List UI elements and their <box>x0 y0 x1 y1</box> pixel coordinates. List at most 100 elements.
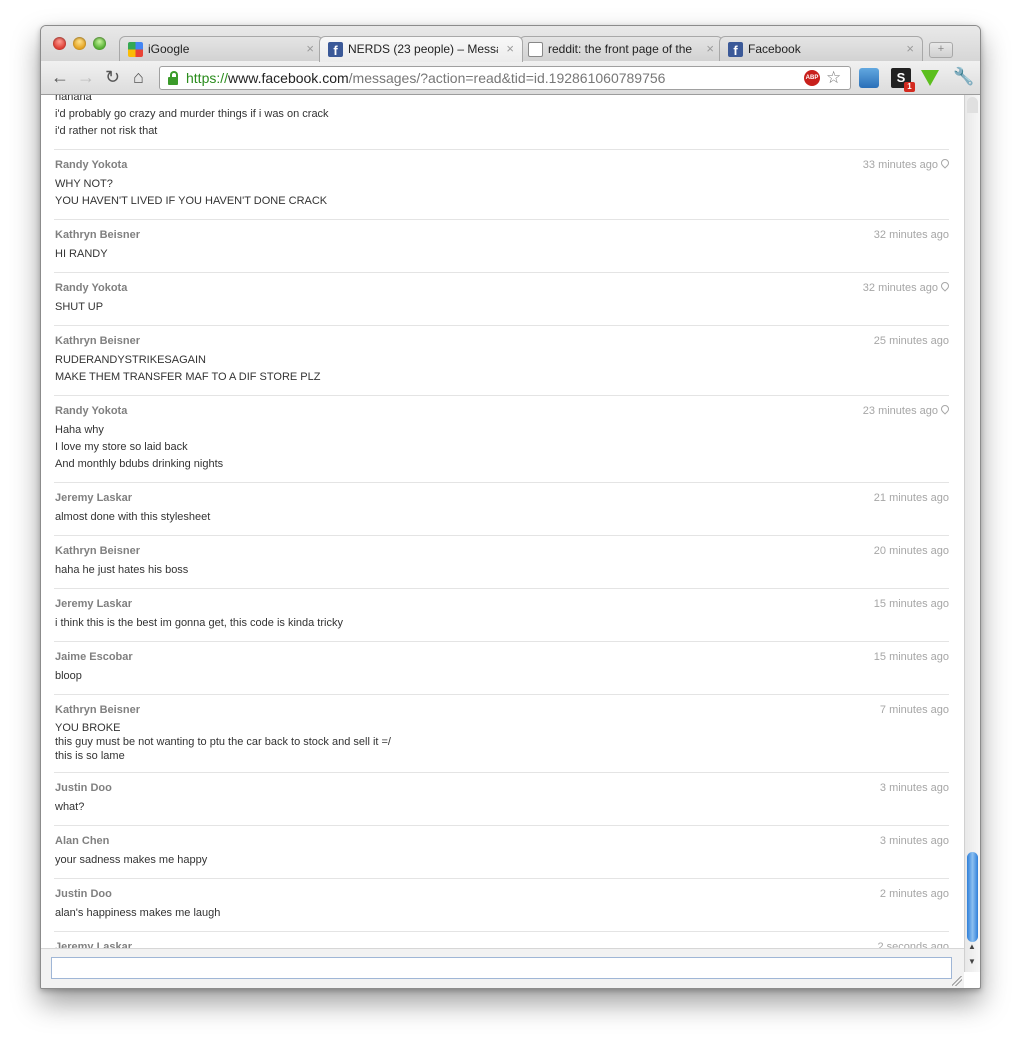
message-author[interactable]: Jaime Escobar <box>55 650 949 665</box>
url-text: https://www.facebook.com/messages/?actio… <box>186 67 665 89</box>
message-author[interactable]: Jeremy Laskar <box>55 491 949 506</box>
message-timestamp: 25 minutes ago <box>874 334 949 349</box>
tab-facebook[interactable]: f Facebook × <box>719 36 923 61</box>
message-item: Kathryn Beisner 20 minutes ago haha he jus… <box>54 536 949 589</box>
message-author[interactable]: Randy Yokota <box>55 404 949 419</box>
message-timestamp: 15 minutes ago <box>874 650 949 665</box>
message-item: Randy Yokota 23 minutes ago Haha why I love… <box>54 396 951 483</box>
extension-screens-icon[interactable] <box>859 68 879 88</box>
message-timestamp: 7 minutes ago <box>880 703 949 718</box>
timestamp-text: 15 minutes ago <box>873 651 949 663</box>
message-timestamp: 3 minutes ago <box>880 781 949 796</box>
message-author[interactable]: Justin Doo <box>55 781 949 796</box>
message-timestamp: 33 minutes ago <box>862 157 951 173</box>
adblock-icon[interactable]: ABP <box>804 70 820 86</box>
browser-toolbar: ← → ↻ ⌂ https://www.facebook.com/message… <box>41 61 980 95</box>
scroll-track-top <box>967 97 978 113</box>
scrollbar[interactable]: ▲ ▼ <box>964 95 980 972</box>
message-text: almost done with this stylesheet <box>55 511 211 523</box>
timestamp-text: 3 minutes ago <box>879 835 949 847</box>
message-item: Justin Doo 2 minutes ago alan's happiness … <box>54 879 949 932</box>
tab-reddit[interactable]: reddit: the front page of the × <box>519 36 723 61</box>
reply-input[interactable] <box>51 957 952 979</box>
back-arrow-icon[interactable]: ← <box>51 67 69 87</box>
message-timestamp: 3 minutes ago <box>880 834 949 849</box>
message-author[interactable]: Kathryn Beisner <box>55 228 949 243</box>
address-bar[interactable]: https://www.facebook.com/messages/?actio… <box>159 66 851 90</box>
message-text: i think this is the best im gonna get, t… <box>55 617 343 629</box>
tab-title: Facebook <box>748 42 801 56</box>
message-text: YOU BROKE <box>55 722 121 734</box>
browser-window: iGoogle × f NERDS (23 people) – Messag ×… <box>40 25 981 989</box>
message-text: I love my store so laid back <box>55 441 188 453</box>
message-text: HI RANDY <box>55 248 108 260</box>
bookmark-star-icon[interactable]: ☆ <box>826 67 841 89</box>
message-text: And monthly bdubs drinking nights <box>55 458 224 470</box>
timestamp-text: 32 minutes ago <box>862 282 938 294</box>
timestamp-text: 2 minutes ago <box>879 888 949 900</box>
message-author[interactable]: Justin Doo <box>55 887 949 902</box>
message-timestamp: 2 seconds ago <box>877 940 949 948</box>
tab-nerds-messages[interactable]: f NERDS (23 people) – Messag × <box>319 36 523 62</box>
extension-badge: 1 <box>904 82 915 92</box>
zoom-window-button[interactable] <box>93 37 106 50</box>
facebook-icon: f <box>328 42 343 58</box>
message-item: Jeremy Laskar 15 minutes ago i think this … <box>54 589 949 642</box>
message-text: WHY NOT? <box>55 178 113 190</box>
message-author[interactable]: Kathryn Beisner <box>55 703 949 718</box>
wrench-icon[interactable]: 🔧 <box>953 67 974 87</box>
message-timestamp: 2 minutes ago <box>880 887 949 902</box>
home-icon[interactable]: ⌂ <box>133 67 144 87</box>
scroll-up-arrow-icon[interactable]: ▲ <box>968 942 976 951</box>
timestamp-text: 3 minutes ago <box>879 782 949 794</box>
timestamp-text: 21 minutes ago <box>873 492 949 504</box>
message-thread-area: hahaha i'd probably go crazy and murder t… <box>41 95 964 948</box>
message-text: Haha why <box>55 424 104 436</box>
message-author[interactable]: Kathryn Beisner <box>55 544 949 559</box>
location-pin-icon[interactable] <box>939 157 951 169</box>
message-author[interactable]: Jeremy Laskar <box>55 597 949 612</box>
location-pin-icon[interactable] <box>939 403 951 415</box>
close-window-button[interactable] <box>53 37 66 50</box>
download-arrow-icon[interactable] <box>921 70 939 86</box>
message-timestamp: 23 minutes ago <box>863 403 951 419</box>
scroll-down-arrow-icon[interactable]: ▼ <box>968 957 976 966</box>
tab-igoogle[interactable]: iGoogle × <box>119 36 323 61</box>
location-pin-icon[interactable] <box>939 280 951 292</box>
resize-grip-icon[interactable] <box>952 976 962 986</box>
timestamp-text: 7 minutes ago <box>879 704 949 716</box>
message-author[interactable]: Alan Chen <box>55 834 949 849</box>
close-tab-icon[interactable]: × <box>506 41 514 56</box>
message-author[interactable]: Randy Yokota <box>55 158 949 173</box>
timestamp-text: 33 minutes ago <box>862 159 938 171</box>
scroll-thumb[interactable] <box>967 852 978 942</box>
message-text: YOU HAVEN'T LIVED IF YOU HAVEN'T DONE CR… <box>55 195 328 207</box>
message-text: this guy must be not wanting to ptu the … <box>55 736 391 748</box>
message-text: your sadness makes me happy <box>55 854 208 866</box>
reload-icon[interactable]: ↻ <box>105 67 120 87</box>
message-author[interactable]: Kathryn Beisner <box>55 334 949 349</box>
close-tab-icon[interactable]: × <box>906 41 914 56</box>
forward-arrow-icon[interactable]: → <box>77 67 95 87</box>
message-text: this is so lame <box>55 750 125 762</box>
message-author[interactable]: Randy Yokota <box>55 281 949 296</box>
message-item: Jeremy Laskar2 seconds agosweet <box>54 932 949 948</box>
message-item: Alan Chen 3 minutes ago your sadness makes… <box>54 826 949 879</box>
message-timestamp: 15 minutes ago <box>874 597 949 612</box>
message-item: Kathryn Beisner 7 minutes ago YOU BROKE thi… <box>54 695 949 773</box>
message-text: RUDERANDYSTRIKESAGAIN <box>55 354 206 366</box>
tab-title: iGoogle <box>148 42 190 56</box>
message-timestamp: 32 minutes ago <box>874 228 949 243</box>
igoogle-icon <box>128 42 143 57</box>
extension-s-icon[interactable]: S1 <box>891 68 915 92</box>
message-item: Randy Yokota 33 minutes ago WHY NOT? YOU HA… <box>54 150 951 220</box>
close-tab-icon[interactable]: × <box>306 41 314 56</box>
new-tab-button[interactable]: + <box>929 42 953 58</box>
message-item: hahaha i'd probably go crazy and murder t… <box>54 95 949 150</box>
message-text: SHUT UP <box>55 301 104 313</box>
minimize-window-button[interactable] <box>73 37 86 50</box>
url-scheme: https:// <box>186 70 229 86</box>
close-tab-icon[interactable]: × <box>706 41 714 56</box>
message-author[interactable]: Jeremy Laskar <box>55 940 949 948</box>
timestamp-text: 32 minutes ago <box>873 229 949 241</box>
